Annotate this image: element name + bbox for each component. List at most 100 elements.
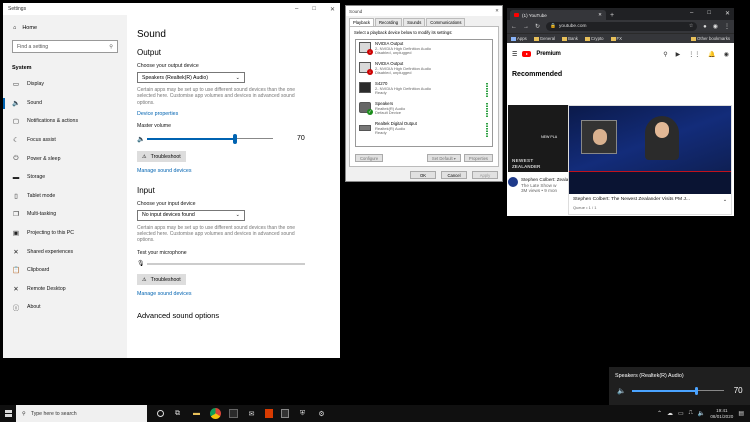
sidebar-item-remote-desktop[interactable]: ✕ Remote Desktop [3,280,127,299]
sidebar-item-power-sleep[interactable]: ⏻ Power & sleep [3,149,127,168]
playback-device-item[interactable]: ✓ Speakers Realtek(R) Audio Default Device [356,100,492,120]
configure-button[interactable]: Configure [355,154,384,162]
file-explorer-icon[interactable]: ▬ [191,408,202,419]
speaker-icon[interactable]: 🔈 [617,387,626,395]
video-thumbnail[interactable]: NEW PLA NEWEST ZEALANDER [508,105,570,172]
cancel-button[interactable]: Cancel [441,171,467,179]
output-troubleshoot-button[interactable]: ⚠ Troubleshoot [137,151,186,163]
search-icon[interactable]: ⚲ [663,51,667,58]
playback-device-item[interactable]: ↓ NVIDIA Output 2- NVIDIA High Definition … [356,60,492,80]
cloud-icon[interactable]: ☁ [667,410,673,417]
flyout-volume-slider[interactable] [631,386,724,395]
miniplayer-video[interactable] [569,106,731,194]
close-tab-icon[interactable]: ✕ [598,12,602,18]
sidebar-item-clipboard[interactable]: 📋 Clipboard [3,261,127,280]
close-button[interactable]: ✕ [330,6,335,13]
close-icon[interactable]: ✕ [495,8,499,14]
ok-button[interactable]: OK [410,171,436,179]
create-video-icon[interactable]: ▶ [676,51,681,58]
hamburger-menu-icon[interactable]: ☰ [512,51,517,58]
monitor-icon[interactable]: ▭ [678,410,684,417]
bookmark-folder[interactable]: FX [610,36,622,41]
bookmark-folder[interactable]: Crypto [584,36,604,41]
tab-sounds[interactable]: Sounds [403,18,426,26]
properties-button[interactable]: Properties [463,154,493,162]
mail-icon[interactable]: ✉ [246,408,257,419]
menu-kebab-icon[interactable]: ⋮ [724,23,730,30]
slider-thumb[interactable] [233,133,238,144]
other-bookmarks[interactable]: Other bookmarks [691,36,730,41]
maximize-button[interactable]: □ [707,10,711,17]
apps-bookmark[interactable]: Apps [511,36,527,41]
sidebar-item-display[interactable]: ▭ Display [3,75,127,94]
new-tab-button[interactable]: + [610,11,614,20]
youtube-logo-icon[interactable] [522,51,532,57]
youtube-tab[interactable]: (1) YouTube ✕ [510,10,606,20]
slider-thumb[interactable] [694,386,698,395]
sidebar-item-shared-experiences[interactable]: ✕ Shared experiences [3,242,127,261]
forward-icon[interactable]: → [523,24,529,30]
device-properties-link[interactable]: Device properties [137,111,340,117]
apply-button[interactable]: Apply [472,171,498,179]
store-icon[interactable] [229,409,238,418]
tab-recording[interactable]: Recording [375,18,403,26]
home-nav-item[interactable]: ⌂ Home [3,15,127,31]
account-avatar[interactable]: ◉ [724,51,729,58]
sidebar-item-tablet-mode[interactable]: ▯ Tablet mode [3,187,127,206]
taskbar-search-box[interactable]: ⚲ Type here to search [16,405,147,422]
profile-avatar[interactable]: ◉ [713,23,718,30]
sidebar-item-focus-assist[interactable]: ☾ Focus assist [3,131,127,150]
start-button[interactable] [0,410,16,417]
master-volume-slider[interactable] [147,133,273,145]
playback-device-item[interactable]: S4270 2- NVIDIA High Definition Audio Read… [356,80,492,100]
sidebar-item-storage[interactable]: ▬ Storage [3,168,127,187]
minimize-button[interactable]: – [295,6,298,13]
maximize-button[interactable]: □ [312,6,316,13]
video-card-meta[interactable]: Stephen Colbert: Zealander Visits PM The… [508,177,598,194]
find-setting-input[interactable]: Find a setting ⚲ [12,40,118,53]
security-shield-icon[interactable]: ⛨ [297,408,308,419]
extension-icon[interactable]: ● [703,24,707,30]
apps-grid-icon[interactable]: ⋮⋮ [688,51,700,58]
chrome-icon[interactable] [210,408,221,419]
app-icon[interactable] [281,409,289,418]
address-bar[interactable]: 🔒 youtube.com ☆ [546,22,698,31]
flyout-device-name[interactable]: Speakers (Realtek(R) Audio) [609,367,750,379]
minimize-button[interactable]: – [690,10,693,17]
clock[interactable]: 19:41 08/01/2020 [710,408,733,419]
manage-input-devices-link[interactable]: Manage sound devices [137,291,340,297]
show-hidden-icons-icon[interactable]: ⌃ [657,410,662,417]
youtube-miniplayer[interactable]: Stephen Colbert: The Newest Zealander Vi… [568,105,732,215]
settings-gear-icon[interactable]: ⚙ [316,408,327,419]
manage-sound-devices-link[interactable]: Manage sound devices [137,168,340,174]
task-view-icon[interactable]: ⧉ [172,408,183,419]
sidebar-item-multi-tasking[interactable]: ❐ Multi-tasking [3,205,127,224]
speaker-icon[interactable]: 🔈 [137,135,147,143]
sound-dialog-titlebar[interactable]: Sound ✕ [346,6,502,16]
playback-device-item[interactable]: Realtek Digital Output Realtek(R) Audio Re… [356,120,492,140]
sidebar-item-sound[interactable]: 🔈 Sound [3,94,127,113]
input-device-dropdown[interactable]: No input devices found ⌄ [137,209,245,221]
office-icon[interactable] [265,409,273,418]
set-default-button[interactable]: Set Default ▾ [426,154,461,162]
notifications-bell-icon[interactable]: 🔔 [708,51,715,58]
bookmark-folder[interactable]: Bank [562,36,578,41]
settings-titlebar[interactable]: Settings – □ ✕ [3,3,340,15]
playback-device-item[interactable]: ↓ NVIDIA Output 2- NVIDIA High Definition … [356,40,492,60]
tab-playback[interactable]: Playback [349,18,374,26]
sidebar-item-about[interactable]: ⓘ About [3,298,127,317]
back-icon[interactable]: ← [511,24,517,30]
volume-icon[interactable]: 🔈 [698,410,705,417]
bookmark-star-icon[interactable]: ☆ [689,24,693,29]
tab-communications[interactable]: Communications [426,18,466,26]
reload-icon[interactable]: ↻ [535,23,540,30]
input-troubleshoot-button[interactable]: ⚠ Troubleshoot [137,274,186,286]
sidebar-item-projecting-to-this-pc[interactable]: ▣ Projecting to this PC [3,224,127,243]
action-center-icon[interactable]: ▤ [738,410,744,417]
close-button[interactable]: ✕ [725,10,730,17]
expand-queue-icon[interactable]: ⌄ [723,197,727,203]
cortana-icon[interactable] [157,410,164,417]
network-icon[interactable]: ⎍ [689,410,693,417]
bookmark-folder[interactable]: General [533,36,555,41]
sidebar-item-notifications-actions[interactable]: ▢ Notifications & actions [3,112,127,131]
